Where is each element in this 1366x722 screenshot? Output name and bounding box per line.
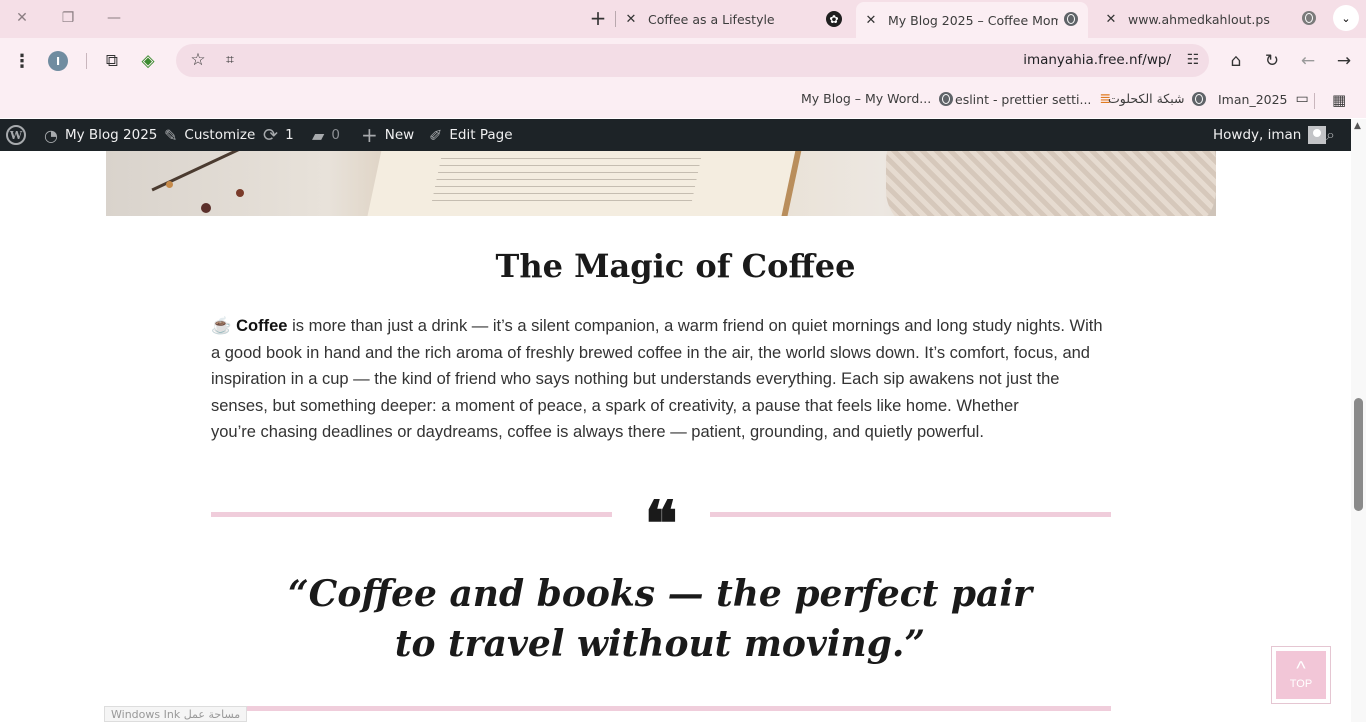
home-icon[interactable]: ⌂ (1224, 49, 1248, 73)
forward-icon[interactable]: → (1332, 49, 1356, 73)
page-content: The Magic of Coffee ☕ Coffee is more tha… (0, 151, 1351, 722)
bookmark-label: Iman_2025 (1218, 91, 1288, 107)
plus-icon: + (361, 123, 378, 147)
howdy-label: Howdy, iman (1213, 127, 1302, 143)
globe-icon (1064, 12, 1078, 26)
comments-link[interactable]: ▰ 0 (312, 119, 340, 151)
folder-icon: ▭ (1295, 91, 1309, 107)
bookmark-label: شبكة الكحلوت (1108, 91, 1185, 106)
wp-logo-button[interactable]: W (6, 119, 26, 151)
new-content-link[interactable]: + New (361, 119, 414, 151)
tab-coffee-lifestyle[interactable]: ✕ Coffee as a Lifestyle ✿ (622, 0, 850, 38)
pencil-icon: ✐ (429, 125, 443, 145)
section-heading: The Magic of Coffee (495, 247, 856, 285)
site-name-link[interactable]: ◔ My Blog 2025 (44, 119, 157, 151)
divider-left (211, 512, 612, 517)
quote-mark-icon: ❝ (644, 487, 678, 560)
account-menu[interactable]: Howdy, iman (1213, 119, 1327, 151)
url-text: imanyahia.free.nf/wp/ (1023, 52, 1171, 68)
translate-icon[interactable]: ⌗ (218, 48, 242, 72)
bookmark-star-icon[interactable]: ☆ (186, 48, 210, 72)
hero-image (106, 151, 1216, 216)
globe-icon (1302, 11, 1316, 25)
site-name: My Blog 2025 (64, 127, 158, 143)
paragraph-text: is more than just a drink — it’s a silen… (211, 317, 1103, 415)
wordpress-icon: W (6, 125, 26, 145)
openai-icon: ✿ (826, 11, 842, 27)
extension-cube-icon[interactable]: ◈ (136, 49, 160, 73)
close-tab-icon[interactable]: ✕ (1102, 12, 1120, 27)
bookmark-my-blog[interactable]: My Blog – My Word... (801, 91, 954, 106)
windows-ink-label: Windows Ink مساحة عمل (104, 706, 248, 722)
tab-strip: ✕ ❐ — + ✕ Coffee as a Lifestyle ✿ ✕ My B… (0, 0, 1366, 38)
updates-count: 1 (285, 127, 294, 143)
edit-page-label: Edit Page (449, 127, 513, 143)
comment-icon: ▰ (312, 125, 325, 145)
tab-ahmedkahlout[interactable]: ✕ www.ahmedkahlout.ps (1096, 0, 1324, 38)
scroll-up-icon[interactable]: ▲ (1354, 121, 1361, 131)
profile-initial: I (48, 51, 68, 71)
bookmark-eslint[interactable]: eslint - prettier setti... ≣ (955, 91, 1111, 107)
bookmark-label: My Blog – My Word... (801, 91, 932, 106)
profile-avatar[interactable]: I (46, 49, 70, 73)
search-icon[interactable]: ⌕ (1326, 119, 1335, 151)
reload-icon[interactable]: ↻ (1260, 49, 1284, 73)
paintbrush-icon: ✎ (164, 125, 178, 145)
back-icon[interactable]: ← (1296, 49, 1320, 73)
bookmark-label: eslint - prettier setti... (955, 91, 1092, 107)
tab-title: www.ahmedkahlout.ps (1128, 11, 1270, 27)
customize-label: Customize (184, 127, 256, 143)
site-settings-icon[interactable]: ☷ (1181, 48, 1205, 72)
bookmark-folder-iman[interactable]: Iman_2025 ▭ (1218, 91, 1309, 107)
close-window-icon[interactable]: ✕ (10, 8, 34, 28)
dashboard-icon: ◔ (44, 125, 58, 145)
menu-icon[interactable]: ⋮ (10, 49, 34, 73)
close-tab-icon[interactable]: ✕ (862, 13, 880, 28)
new-label: New (384, 127, 415, 143)
tab-title: My Blog 2025 – Coffee Moment (888, 12, 1058, 28)
paragraph-text-2: you’re chasing deadlines or daydreams, c… (211, 423, 984, 442)
bookmarks-bar: My Blog – My Word... eslint - prettier s… (0, 84, 1366, 118)
bold-lead: Coffee (236, 317, 288, 335)
globe-icon (939, 91, 954, 106)
bookmark-kahlout[interactable]: شبكة الكحلوت (1108, 91, 1207, 106)
extensions-icon[interactable]: ⧉ (100, 49, 124, 73)
tab-search-icon[interactable]: ⌄ (1333, 5, 1359, 31)
pull-quote: “Coffee and books — the perfect pair to … (287, 573, 1033, 665)
customize-link[interactable]: ✎ Customize (164, 119, 255, 151)
top-label: TOP (1289, 678, 1313, 690)
scrollbar-thumb[interactable] (1354, 398, 1363, 511)
divider-bottom (211, 706, 1111, 711)
intro-paragraph: ☕ Coffee is more than just a drink — it’… (211, 313, 1111, 446)
close-tab-icon[interactable]: ✕ (622, 12, 640, 27)
address-bar[interactable]: ☆ ⌗ imanyahia.free.nf/wp/ ☷ (176, 44, 1209, 77)
all-bookmarks-icon[interactable]: ▦ (1332, 91, 1346, 109)
updates-icon: ⟳ (263, 124, 279, 146)
page-scrollbar[interactable]: ▲ (1351, 119, 1366, 722)
divider-right (710, 512, 1111, 517)
user-avatar (1308, 126, 1327, 144)
tab-title: Coffee as a Lifestyle (648, 11, 775, 27)
chevron-up-icon: ^ (1296, 658, 1306, 680)
back-to-top-button[interactable]: ^ TOP (1271, 646, 1331, 704)
tab-my-blog[interactable]: ✕ My Blog 2025 – Coffee Moment (856, 2, 1088, 38)
globe-icon (1192, 91, 1207, 106)
updates-link[interactable]: ⟳ 1 (263, 119, 294, 151)
minimize-window-icon[interactable]: — (102, 8, 126, 28)
coffee-emoji-icon: ☕ (211, 317, 232, 335)
browser-toolbar: ⋮ I ⧉ ◈ ☆ ⌗ imanyahia.free.nf/wp/ ☷ ⌂ ↻ … (0, 38, 1366, 84)
wp-admin-bar: W ◔ My Blog 2025 ✎ Customize ⟳ 1 ▰ 0 + N… (0, 119, 1351, 151)
new-tab-icon[interactable]: + (586, 6, 610, 30)
restore-window-icon[interactable]: ❐ (56, 8, 80, 28)
edit-page-link[interactable]: ✐ Edit Page (429, 119, 513, 151)
comments-count: 0 (331, 127, 340, 143)
